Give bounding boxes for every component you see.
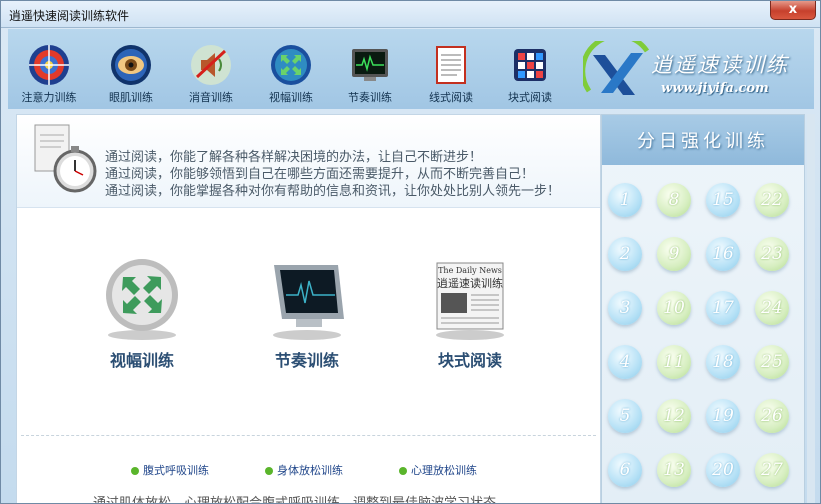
day-button-27[interactable]: 27 — [755, 453, 789, 487]
toolbar-label: 注意力训练 — [21, 91, 77, 104]
toolbar-item-mute[interactable]: 消音训练 — [176, 43, 246, 105]
svg-text:逍遥速读训练: 逍遥速读训练 — [437, 276, 503, 290]
eye-icon — [109, 43, 153, 87]
expand-icon — [269, 43, 313, 87]
sublink-mind-relax[interactable]: 心理放松训练 — [399, 462, 477, 478]
notepad-icon — [429, 43, 473, 87]
day-button-20[interactable]: 20 — [706, 453, 740, 487]
day-button-13[interactable]: 13 — [657, 453, 691, 487]
svg-text:The Daily News: The Daily News — [438, 266, 502, 275]
toolbar-item-rhythm[interactable]: 节奏训练 — [335, 43, 405, 105]
title-bar: 逍遥快速阅读训练软件 x — [1, 1, 820, 28]
day-button-16[interactable]: 16 — [706, 237, 740, 271]
brand-title: 逍遥速读训练 — [651, 53, 789, 77]
toolbar-item-line-reading[interactable]: 线式阅读 — [416, 43, 486, 105]
toolbar-item-block-reading[interactable]: 块式阅读 — [495, 43, 565, 105]
newspaper-icon: The Daily News 逍遥速读训练 — [427, 255, 513, 341]
sublink-label: 身体放松训练 — [277, 464, 343, 477]
sublink-label: 心理放松训练 — [411, 464, 477, 477]
feature-label: 视幅训练 — [109, 351, 174, 370]
day-button-22[interactable]: 22 — [755, 183, 789, 217]
toolbar-label: 消音训练 — [189, 91, 233, 104]
day-button-4[interactable]: 4 — [608, 345, 642, 379]
toolbar-item-attention[interactable]: 注意力训练 — [14, 43, 84, 105]
target-icon — [27, 43, 71, 87]
main-content: 通过阅读，你能了解各种各样解决困境的办法，让自己不断进步！ 通过阅读，你能够领悟… — [16, 114, 601, 504]
sublink-abdominal-breathing[interactable]: 腹式呼吸训练 — [131, 462, 209, 478]
day-button-23[interactable]: 23 — [755, 237, 789, 271]
x-logo-icon — [583, 41, 650, 95]
green-dot-icon — [399, 467, 407, 475]
feature-label: 节奏训练 — [274, 351, 339, 370]
day-button-3[interactable]: 3 — [608, 291, 642, 325]
day-button-5[interactable]: 5 — [608, 399, 642, 433]
toolbar-label: 块式阅读 — [508, 91, 552, 104]
day-button-17[interactable]: 17 — [706, 291, 740, 325]
day-button-24[interactable]: 24 — [755, 291, 789, 325]
divider — [21, 435, 596, 436]
description-text: 通过肌体放松、心理放松配合腹式呼吸训练，调整到最佳脑波学习状态 — [93, 496, 497, 504]
day-button-12[interactable]: 12 — [657, 399, 691, 433]
day-button-15[interactable]: 15 — [706, 183, 740, 217]
app-window: 逍遥快速阅读训练软件 x 注意力训练 眼肌训练 消音训练 视幅训练 节奏训练 线… — [0, 0, 821, 504]
toolbar-item-visual-span[interactable]: 视幅训练 — [256, 43, 326, 105]
feature-label: 块式阅读 — [437, 351, 502, 370]
feature-block-reading[interactable]: The Daily News 逍遥速读训练 块式阅读 — [415, 255, 525, 371]
toolbar-item-eye-muscle[interactable]: 眼肌训练 — [96, 43, 166, 105]
toolbar: 注意力训练 眼肌训练 消音训练 视幅训练 节奏训练 线式阅读 块式阅读 逍遥速读… — [8, 29, 814, 109]
sublink-label: 腹式呼吸训练 — [143, 464, 209, 477]
feature-visual-span[interactable]: 视幅训练 — [87, 255, 197, 371]
green-dot-icon — [265, 467, 273, 475]
close-button[interactable]: x — [770, 1, 816, 20]
sublink-body-relax[interactable]: 身体放松训练 — [265, 462, 343, 478]
banner: 通过阅读，你能了解各种各样解决困境的办法，让自己不断进步！ 通过阅读，你能够领悟… — [17, 115, 600, 208]
right-edge-strip — [807, 114, 815, 503]
day-button-8[interactable]: 8 — [657, 183, 691, 217]
day-button-1[interactable]: 1 — [608, 183, 642, 217]
monitor-icon — [348, 43, 392, 87]
brand-logo: 逍遥速读训练 www.jiyifa.com — [583, 41, 808, 103]
day-button-19[interactable]: 19 — [706, 399, 740, 433]
toolbar-label: 节奏训练 — [348, 91, 392, 104]
day-button-2[interactable]: 2 — [608, 237, 642, 271]
toolbar-label: 线式阅读 — [429, 91, 473, 104]
window-title: 逍遥快速阅读训练软件 — [9, 9, 130, 23]
day-button-6[interactable]: 6 — [608, 453, 642, 487]
toolbar-label: 眼肌训练 — [109, 91, 153, 104]
day-button-26[interactable]: 26 — [755, 399, 789, 433]
day-button-25[interactable]: 25 — [755, 345, 789, 379]
daily-training-panel: 分日强化训练 1 2 3 4 5 6 8 9 10 11 12 13 15 16… — [601, 114, 805, 503]
day-button-9[interactable]: 9 — [657, 237, 691, 271]
monitor-icon — [264, 255, 350, 341]
feature-rhythm[interactable]: 节奏训练 — [252, 255, 362, 371]
toolbar-label: 视幅训练 — [269, 91, 313, 104]
brand-url: www.jiyifa.com — [661, 81, 769, 96]
expand-arrows-icon — [99, 255, 185, 341]
panel-header: 分日强化训练 — [602, 115, 804, 165]
day-button-10[interactable]: 10 — [657, 291, 691, 325]
day-button-11[interactable]: 11 — [657, 345, 691, 379]
banner-line: 通过阅读，你能掌握各种对你有帮助的信息和资讯，让你处处比别人领先一步！ — [105, 184, 561, 199]
panel-title: 分日强化训练 — [637, 131, 769, 152]
day-button-18[interactable]: 18 — [706, 345, 740, 379]
stopwatch-document-icon — [34, 124, 97, 193]
mute-icon — [189, 43, 233, 87]
green-dot-icon — [131, 467, 139, 475]
blocks-icon — [508, 43, 552, 87]
